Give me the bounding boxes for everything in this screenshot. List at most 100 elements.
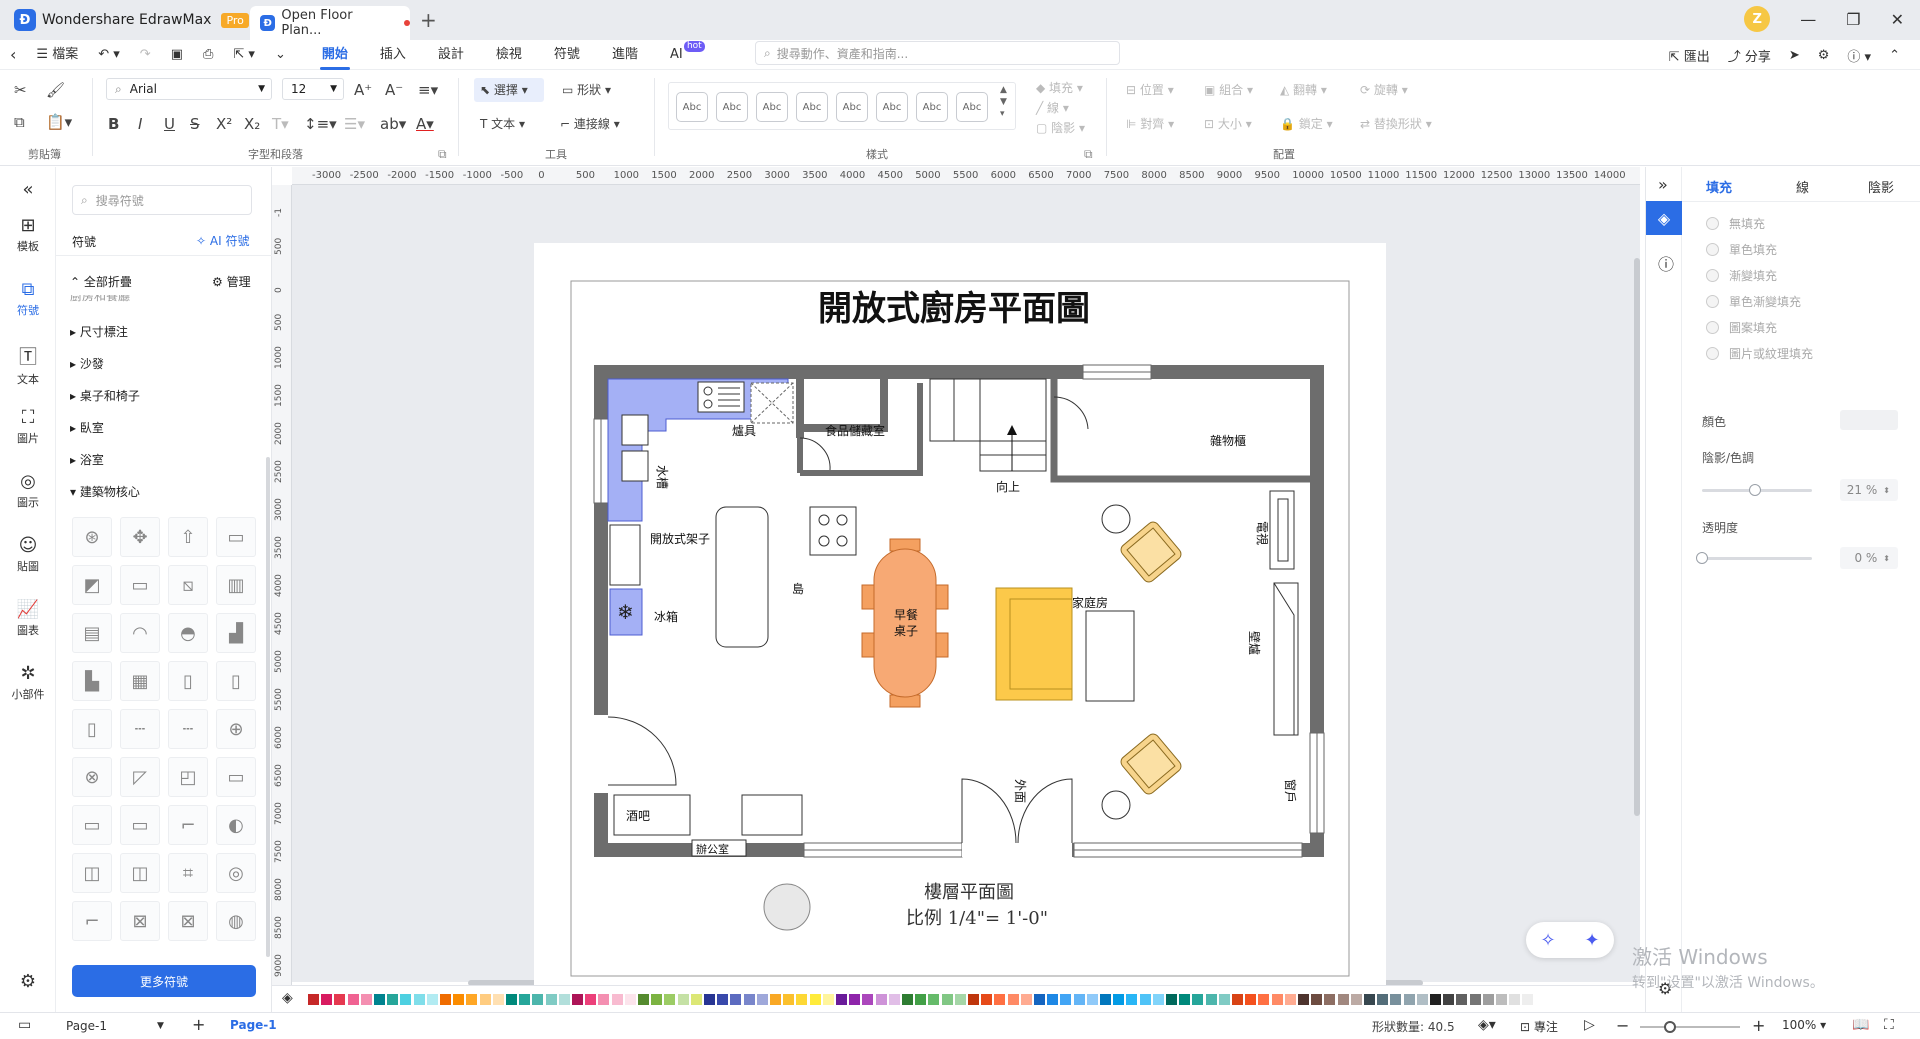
color-swatch[interactable] <box>1337 994 1349 1005</box>
zoom-in-icon[interactable]: + <box>1752 1016 1765 1035</box>
file-menu[interactable]: ☰ 檔案 <box>26 40 88 70</box>
symbol-item[interactable]: ⌐ <box>72 901 112 941</box>
floor-plan-drawing[interactable]: 開放式廚房平面圖 ❄ 爐具 食品儲藏室 雜物櫃 向上 水槽 開放式架子 島 冰箱… <box>534 243 1386 988</box>
back-icon[interactable]: ‹ <box>0 40 26 70</box>
color-swatch[interactable] <box>1007 994 1019 1005</box>
export-button[interactable]: ⇱ 匯出 <box>1669 46 1710 65</box>
color-swatch[interactable] <box>1430 994 1441 1005</box>
color-swatch[interactable] <box>545 994 557 1005</box>
command-search-input[interactable]: ⌕ 搜尋動作、資產和指南... <box>755 41 1120 65</box>
color-swatch[interactable] <box>1047 994 1059 1005</box>
color-swatch[interactable] <box>783 994 795 1005</box>
color-swatch[interactable] <box>862 994 874 1005</box>
send-icon[interactable]: ➤ <box>1789 48 1800 63</box>
symbol-item[interactable]: ▥ <box>216 565 256 605</box>
shadow-button[interactable]: ▢ 陰影 ▾ <box>1036 118 1085 138</box>
zoom-value[interactable]: 100% ▾ <box>1782 1018 1826 1032</box>
symbol-item[interactable]: ┄ <box>120 709 160 749</box>
category-building-core[interactable]: ▾ 建築物核心 <box>70 483 140 500</box>
symbol-item[interactable]: ⌗ <box>168 853 208 893</box>
replace-shape-button[interactable]: ⇄ 替換形狀 ▾ <box>1360 114 1432 134</box>
symbol-item[interactable]: ⊠ <box>120 901 160 941</box>
color-swatch[interactable] <box>334 994 346 1005</box>
color-swatch[interactable] <box>928 994 940 1005</box>
app-tab[interactable]: Đ Wondershare EdrawMax Pro <box>14 6 249 34</box>
symbol-item[interactable]: ⌐ <box>168 805 208 845</box>
style-dialog-icon[interactable]: ⧉ <box>1084 144 1093 164</box>
color-swatch[interactable] <box>1350 994 1362 1005</box>
rotate-button[interactable]: ⟳ 旋轉 ▾ <box>1360 80 1408 100</box>
add-tab-button[interactable]: + <box>420 8 437 32</box>
color-swatch[interactable] <box>1060 994 1072 1005</box>
color-swatch[interactable] <box>1416 994 1428 1005</box>
color-swatch[interactable] <box>849 994 861 1005</box>
shade-value[interactable]: 21 % ⬍ <box>1840 479 1898 501</box>
tab-fill[interactable]: 填充 <box>1706 177 1732 196</box>
color-swatch[interactable] <box>1496 994 1507 1005</box>
zoom-slider-knob[interactable] <box>1664 1021 1676 1033</box>
increase-font-icon[interactable]: A⁺ <box>354 80 372 100</box>
color-swatch[interactable] <box>374 994 385 1005</box>
color-swatch[interactable] <box>1298 994 1309 1005</box>
minimize-icon[interactable]: — <box>1800 10 1816 29</box>
color-swatch[interactable] <box>1139 994 1151 1005</box>
fill-style-icon[interactable]: ◈ <box>1646 201 1682 235</box>
lock-button[interactable]: 🔒 鎖定 ▾ <box>1280 114 1333 134</box>
book-view-icon[interactable]: 📖 <box>1852 1017 1869 1033</box>
color-swatch[interactable] <box>308 994 319 1005</box>
share-button[interactable]: ⤴ 分享 <box>1728 46 1771 65</box>
line-spacing-icon[interactable]: ↕≡▾ <box>304 114 337 134</box>
underline-icon[interactable]: U <box>164 114 175 134</box>
color-swatch[interactable] <box>558 994 570 1005</box>
color-swatch[interactable] <box>413 994 425 1005</box>
settings-icon[interactable]: ⚙ <box>1818 48 1830 63</box>
color-swatch[interactable] <box>651 994 663 1005</box>
shape-tool[interactable]: ▭ 形狀 ▾ <box>562 80 611 100</box>
avatar[interactable]: Z <box>1744 6 1771 32</box>
symbol-item[interactable]: ▭ <box>216 517 256 557</box>
color-swatch[interactable] <box>1324 994 1336 1005</box>
align-objects-button[interactable]: ⊫ 對齊 ▾ <box>1126 114 1174 134</box>
style-preset[interactable]: Abc <box>756 92 788 122</box>
cut-icon[interactable]: ✂ <box>14 80 27 100</box>
color-swatch[interactable] <box>598 994 610 1005</box>
page-tab[interactable]: Page-1 <box>230 1018 277 1032</box>
format-painter-icon[interactable]: 🖌 <box>46 80 65 100</box>
color-swatch[interactable] <box>822 994 834 1005</box>
color-swatch[interactable] <box>1113 994 1125 1005</box>
font-color-icon[interactable]: A▾ <box>416 114 434 134</box>
group-button[interactable]: ▣ 組合 ▾ <box>1204 80 1253 100</box>
fill-bucket-icon[interactable]: ◈ <box>282 990 293 1006</box>
color-swatch[interactable] <box>1034 994 1045 1005</box>
play-icon[interactable]: ▷ <box>1584 1017 1595 1033</box>
nav-images[interactable]: ⛶ 圖片 <box>0 407 56 446</box>
color-swatch[interactable] <box>387 994 399 1005</box>
zoom-out-icon[interactable]: − <box>1616 1016 1629 1035</box>
style-preset[interactable]: Abc <box>836 92 868 122</box>
symbol-item[interactable]: ⇧ <box>168 517 208 557</box>
expand-panel-icon[interactable]: » <box>1658 175 1668 194</box>
symbol-item[interactable]: ▙ <box>72 661 112 701</box>
symbol-item[interactable]: ▯ <box>72 709 112 749</box>
color-swatch[interactable] <box>1482 994 1494 1005</box>
color-swatch[interactable] <box>1020 994 1032 1005</box>
color-swatch[interactable] <box>809 994 821 1005</box>
color-swatch[interactable] <box>360 994 372 1005</box>
color-swatch[interactable] <box>1469 994 1481 1005</box>
shade-slider-knob[interactable] <box>1749 484 1762 496</box>
paste-icon[interactable]: 📋▾ <box>46 112 72 132</box>
category-sofa[interactable]: ▸ 沙發 <box>70 355 104 372</box>
color-swatch[interactable] <box>492 994 504 1005</box>
color-swatch[interactable] <box>572 994 583 1005</box>
symbol-item[interactable]: ◰ <box>168 757 208 797</box>
nav-icons[interactable]: ◎ 圖示 <box>0 471 56 510</box>
color-swatch[interactable] <box>506 994 517 1005</box>
symbol-item[interactable]: ▭ <box>120 565 160 605</box>
color-swatch[interactable] <box>664 994 676 1005</box>
fill-option-pattern[interactable]: 圖案填充 <box>1706 319 1777 336</box>
category-bathroom[interactable]: ▸ 浴室 <box>70 451 104 468</box>
document-tab[interactable]: Đ Open Floor Plan... <box>250 6 410 40</box>
color-swatch[interactable] <box>968 994 979 1005</box>
color-swatch[interactable] <box>1218 994 1230 1005</box>
fill-button[interactable]: ◆ 填充 ▾ <box>1036 78 1083 98</box>
